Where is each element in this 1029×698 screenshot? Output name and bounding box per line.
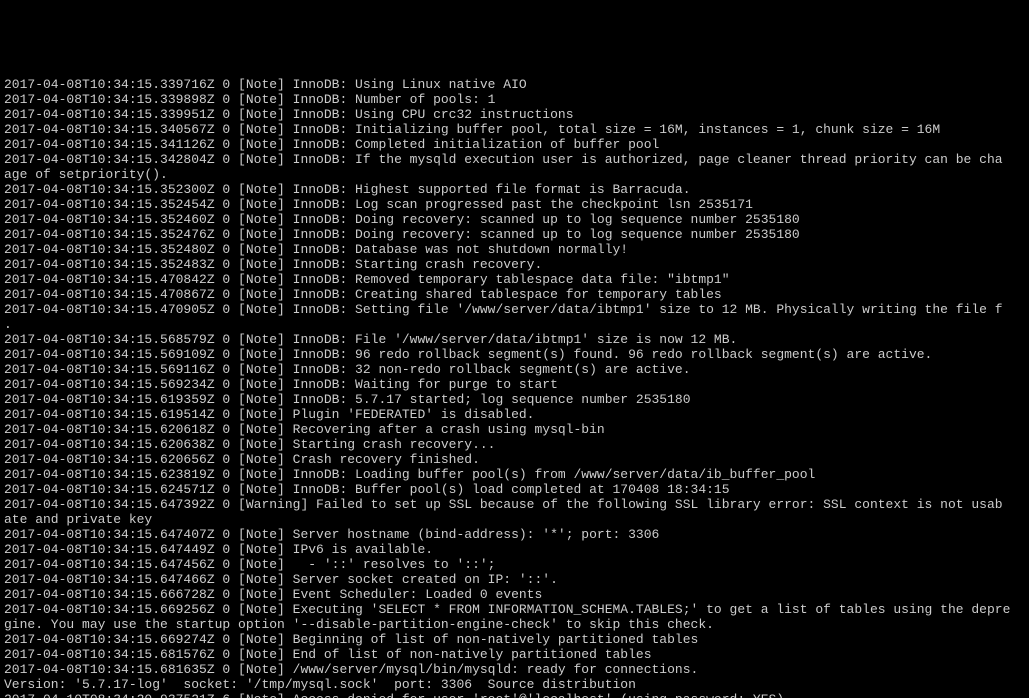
log-line: 2017-04-08T10:34:15.619359Z 0 [Note] Inn… [4, 392, 1025, 407]
log-line: 2017-04-08T10:34:15.647456Z 0 [Note] - '… [4, 557, 1025, 572]
log-line: 2017-04-08T10:34:15.619514Z 0 [Note] Plu… [4, 407, 1025, 422]
log-line: 2017-04-08T10:34:15.681635Z 0 [Note] /ww… [4, 662, 1025, 677]
log-line: 2017-04-08T10:34:15.352476Z 0 [Note] Inn… [4, 227, 1025, 242]
log-line: 2017-04-08T10:34:15.647466Z 0 [Note] Ser… [4, 572, 1025, 587]
log-line: 2017-04-08T10:34:15.669256Z 0 [Note] Exe… [4, 602, 1025, 617]
log-line: 2017-04-08T10:34:15.569109Z 0 [Note] Inn… [4, 347, 1025, 362]
log-line: age of setpriority(). [4, 167, 1025, 182]
log-line: 2017-04-08T10:34:15.569234Z 0 [Note] Inn… [4, 377, 1025, 392]
log-line: 2017-04-08T10:34:15.470905Z 0 [Note] Inn… [4, 302, 1025, 317]
log-line: ate and private key [4, 512, 1025, 527]
log-line: 2017-04-08T10:34:15.647407Z 0 [Note] Ser… [4, 527, 1025, 542]
log-line: Version: '5.7.17-log' socket: '/tmp/mysq… [4, 677, 1025, 692]
log-line: 2017-04-08T10:34:15.352483Z 0 [Note] Inn… [4, 257, 1025, 272]
log-line: 2017-04-08T10:34:15.352300Z 0 [Note] Inn… [4, 182, 1025, 197]
log-line: . [4, 317, 1025, 332]
terminal-output[interactable]: 2017-04-08T10:34:15.339716Z 0 [Note] Inn… [0, 75, 1029, 698]
log-line: 2017-04-08T10:34:15.568579Z 0 [Note] Inn… [4, 332, 1025, 347]
log-line: gine. You may use the startup option '--… [4, 617, 1025, 632]
log-line: 2017-04-08T10:34:15.340567Z 0 [Note] Inn… [4, 122, 1025, 137]
log-line: 2017-04-08T10:34:15.666728Z 0 [Note] Eve… [4, 587, 1025, 602]
log-line: 2017-04-08T10:34:15.681576Z 0 [Note] End… [4, 647, 1025, 662]
log-line: 2017-04-08T10:34:15.620638Z 0 [Note] Sta… [4, 437, 1025, 452]
log-line: 2017-04-08T10:34:15.647449Z 0 [Note] IPv… [4, 542, 1025, 557]
log-line: 2017-04-08T10:34:15.470842Z 0 [Note] Inn… [4, 272, 1025, 287]
log-line: 2017-04-08T10:34:15.352460Z 0 [Note] Inn… [4, 212, 1025, 227]
log-line: 2017-04-10T08:34:20.937521Z 6 [Note] Acc… [4, 692, 1025, 698]
log-line: 2017-04-08T10:34:15.352480Z 0 [Note] Inn… [4, 242, 1025, 257]
log-line: 2017-04-08T10:34:15.339716Z 0 [Note] Inn… [4, 77, 1025, 92]
log-line: 2017-04-08T10:34:15.342804Z 0 [Note] Inn… [4, 152, 1025, 167]
log-line: 2017-04-08T10:34:15.624571Z 0 [Note] Inn… [4, 482, 1025, 497]
log-line: 2017-04-08T10:34:15.669274Z 0 [Note] Beg… [4, 632, 1025, 647]
log-line: 2017-04-08T10:34:15.341126Z 0 [Note] Inn… [4, 137, 1025, 152]
log-line: 2017-04-08T10:34:15.352454Z 0 [Note] Inn… [4, 197, 1025, 212]
log-line: 2017-04-08T10:34:15.647392Z 0 [Warning] … [4, 497, 1025, 512]
log-line: 2017-04-08T10:34:15.620618Z 0 [Note] Rec… [4, 422, 1025, 437]
log-line: 2017-04-08T10:34:15.339898Z 0 [Note] Inn… [4, 92, 1025, 107]
log-line: 2017-04-08T10:34:15.569116Z 0 [Note] Inn… [4, 362, 1025, 377]
log-line: 2017-04-08T10:34:15.623819Z 0 [Note] Inn… [4, 467, 1025, 482]
log-line: 2017-04-08T10:34:15.620656Z 0 [Note] Cra… [4, 452, 1025, 467]
log-line: 2017-04-08T10:34:15.470867Z 0 [Note] Inn… [4, 287, 1025, 302]
log-line: 2017-04-08T10:34:15.339951Z 0 [Note] Inn… [4, 107, 1025, 122]
